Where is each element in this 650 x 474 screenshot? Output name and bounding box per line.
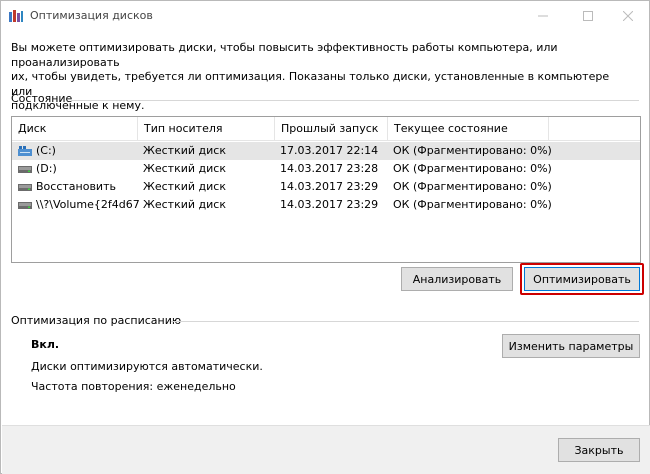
description-text: Вы можете оптимизировать диски, чтобы по…	[11, 41, 611, 114]
status-separator	[71, 100, 639, 101]
drive-current-state: ОК (Фрагментировано: 0%)	[393, 144, 552, 157]
optimize-button[interactable]: Оптимизировать	[524, 267, 640, 291]
schedule-separator	[171, 321, 639, 322]
close-icon	[623, 11, 633, 21]
column-header-drive[interactable]: Диск	[12, 117, 137, 141]
column-divider[interactable]	[548, 117, 549, 141]
optimize-drives-window: Оптимизация дисков Вы можете оптимизиров…	[0, 0, 650, 474]
column-header-current-state[interactable]: Текущее состояние	[388, 117, 548, 141]
drive-media-type: Жесткий диск	[143, 144, 226, 157]
drive-current-state: ОК (Фрагментировано: 0%)	[393, 162, 552, 175]
window-title: Оптимизация дисков	[30, 9, 153, 22]
hard-drive-icon	[18, 166, 32, 173]
footer-bar	[2, 425, 650, 474]
drive-last-run: 14.03.2017 23:29	[280, 198, 379, 211]
drive-row-volume[interactable]: \\?\Volume{2f4d67... Жесткий диск 14.03.…	[12, 196, 640, 214]
description-line-1: Вы можете оптимизировать диски, чтобы по…	[11, 41, 558, 69]
schedule-auto-text: Диски оптимизируются автоматически.	[31, 360, 263, 373]
column-header-media-type[interactable]: Тип носителя	[138, 117, 274, 141]
drives-list[interactable]: Диск Тип носителя Прошлый запуск Текущее…	[11, 116, 641, 263]
drive-last-run: 14.03.2017 23:28	[280, 162, 379, 175]
drive-media-type: Жесткий диск	[143, 198, 226, 211]
column-header-last-run[interactable]: Прошлый запуск	[275, 117, 387, 141]
schedule-frequency: Частота повторения: еженедельно	[31, 380, 236, 393]
title-bar: Оптимизация дисков	[1, 1, 649, 31]
status-section-label: Состояние	[11, 92, 73, 105]
drives-list-header: Диск Тип носителя Прошлый запуск Текущее…	[12, 117, 640, 141]
maximize-icon	[583, 11, 593, 21]
drive-row-c[interactable]: (C:) Жесткий диск 17.03.2017 22:14 ОК (Ф…	[12, 142, 640, 160]
drive-last-run: 17.03.2017 22:14	[280, 144, 379, 157]
drive-name: Восстановить	[36, 180, 116, 193]
minimize-icon	[538, 15, 548, 17]
change-settings-button[interactable]: Изменить параметры	[502, 334, 640, 358]
drive-name: \\?\Volume{2f4d67...	[36, 198, 140, 211]
drive-media-type: Жесткий диск	[143, 162, 226, 175]
description-line-3: подключенные к нему.	[11, 99, 145, 112]
system-drive-icon	[18, 146, 32, 156]
hard-drive-icon	[18, 184, 32, 191]
defrag-app-icon	[9, 10, 23, 22]
analyze-button[interactable]: Анализировать	[401, 267, 513, 291]
drive-row-recovery[interactable]: Восстановить Жесткий диск 14.03.2017 23:…	[12, 178, 640, 196]
minimize-button[interactable]	[521, 1, 565, 31]
close-button[interactable]: Закрыть	[558, 438, 640, 462]
drive-current-state: ОК (Фрагментировано: 0%)	[393, 180, 552, 193]
drive-name: (C:)	[36, 144, 56, 157]
drive-current-state: ОК (Фрагментировано: 0%)	[393, 198, 552, 211]
drive-media-type: Жесткий диск	[143, 180, 226, 193]
close-window-button[interactable]	[606, 1, 650, 31]
schedule-state: Вкл.	[31, 338, 60, 351]
maximize-button[interactable]	[566, 1, 610, 31]
schedule-section-label: Оптимизация по расписанию	[11, 314, 182, 327]
drive-last-run: 14.03.2017 23:29	[280, 180, 379, 193]
drive-row-d[interactable]: (D:) Жесткий диск 14.03.2017 23:28 ОК (Ф…	[12, 160, 640, 178]
drive-name: (D:)	[36, 162, 57, 175]
hard-drive-icon	[18, 202, 32, 209]
description-line-2: их, чтобы увидеть, требуется ли оптимиза…	[11, 70, 610, 98]
